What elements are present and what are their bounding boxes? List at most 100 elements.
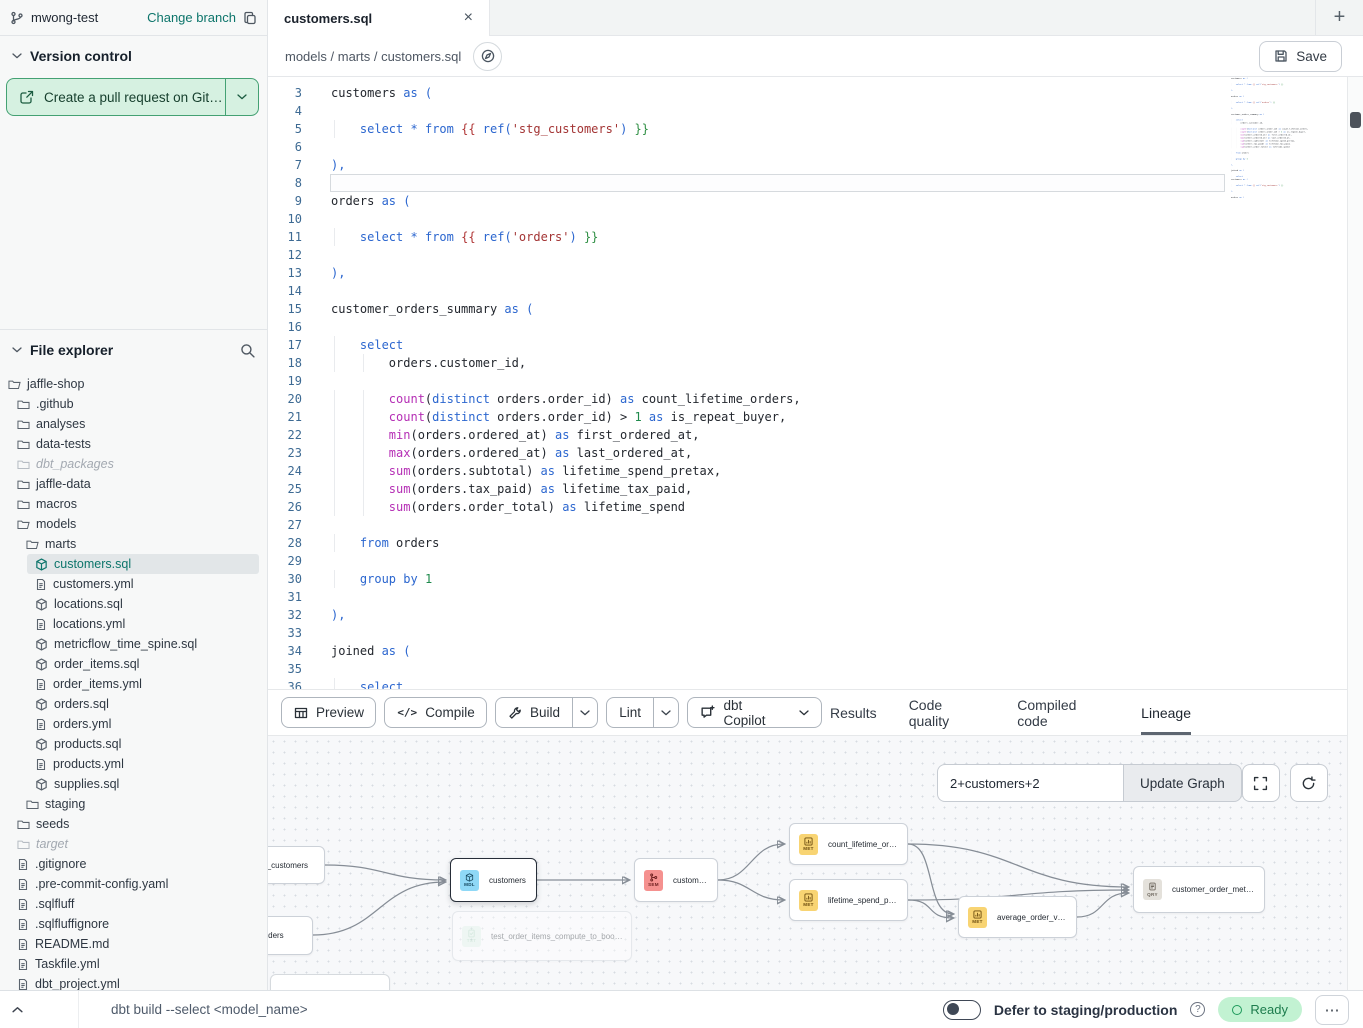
file-tree-item--sqlfluffignore[interactable]: .sqlfluffignore (0, 914, 267, 934)
code-line-34[interactable]: 34joined as ( (1230, 169, 1320, 172)
code-minimap[interactable]: 3customers as (45 select * from {{ ref('… (1230, 77, 1320, 199)
file-tree-item-jaffle-data[interactable]: jaffle-data (0, 474, 267, 494)
file-tree-item-data-tests[interactable]: data-tests (0, 434, 267, 454)
code-line-18[interactable]: 18 orders.customer_id, (1230, 122, 1320, 125)
lineage-node-customers_semantic[interactable]: SEMcustomers (634, 858, 718, 902)
file-tree-item-locations-sql[interactable]: locations.sql (0, 594, 267, 614)
file-tree-item-jaffle-shop[interactable]: jaffle-shop (0, 374, 267, 394)
code-line-26[interactable]: 26 sum(orders.order_total) as lifetime_s… (1230, 145, 1320, 148)
build-button[interactable]: Build (496, 698, 572, 727)
panel-tab-compiled-code[interactable]: Compiled code (1017, 690, 1109, 735)
file-tree-item-seeds[interactable]: seeds (0, 814, 267, 834)
code-line-12[interactable]: 12 (268, 246, 1363, 264)
code-line-6[interactable]: 6 (268, 138, 1363, 156)
code-line-8[interactable]: 8 (268, 174, 1363, 192)
code-line-15[interactable]: 15customer_orders_summary as ( (268, 300, 1363, 318)
lint-dropdown-caret[interactable] (653, 698, 678, 727)
code-line-11[interactable]: 11 select * from {{ ref('orders') }} (268, 228, 1363, 246)
file-tree-item-products-sql[interactable]: products.sql (0, 734, 267, 754)
close-icon[interactable]: × (464, 10, 473, 26)
file-tree-item-customers-yml[interactable]: customers.yml (0, 574, 267, 594)
code-line-34[interactable]: 34joined as ( (268, 642, 1363, 660)
scrollbar-thumb[interactable] (1350, 112, 1361, 128)
code-line-23[interactable]: 23 max(orders.ordered_at) as last_ordere… (268, 444, 1363, 462)
build-dropdown-caret[interactable] (572, 698, 597, 727)
code-line-28[interactable]: 28 from orders (1230, 151, 1320, 154)
code-line-9[interactable]: 9orders as ( (1230, 196, 1320, 199)
file-tree-item-dbt-packages[interactable]: dbt_packages (0, 454, 267, 474)
code-line-3[interactable]: 3customers as ( (268, 84, 1363, 102)
update-graph-button[interactable]: Update Graph (1123, 764, 1242, 802)
file-tree-item-macros[interactable]: macros (0, 494, 267, 514)
preview-button[interactable]: Preview (281, 697, 376, 728)
compile-button[interactable]: </> Compile (384, 697, 487, 728)
code-line-20[interactable]: 20 count(distinct orders.order_id) as co… (268, 390, 1363, 408)
file-tree-item-order-items-yml[interactable]: order_items.yml (0, 674, 267, 694)
copy-icon[interactable] (243, 11, 257, 25)
save-button[interactable]: Save (1259, 41, 1342, 72)
file-tree-item-readme-md[interactable]: README.md (0, 934, 267, 954)
code-line-26[interactable]: 26 sum(orders.order_total) as lifetime_s… (268, 498, 1363, 516)
code-line-35[interactable]: 35 (268, 660, 1363, 678)
file-tree-item-order-items-sql[interactable]: order_items.sql (0, 654, 267, 674)
lineage-node-customers_model[interactable]: MDLcustomers (450, 858, 537, 902)
file-tree-item-customers-sql[interactable]: customers.sql (27, 554, 259, 574)
more-options-button[interactable]: ⋯ (1315, 995, 1349, 1025)
code-line-7[interactable]: 7), (1230, 89, 1320, 92)
fullscreen-button[interactable] (1242, 764, 1280, 802)
dbt-copilot-button[interactable]: dbt Copilot (687, 697, 822, 728)
code-line-7[interactable]: 7), (1230, 190, 1320, 193)
code-line-24[interactable]: 24 sum(orders.subtotal) as lifetime_spen… (268, 462, 1363, 480)
code-line-3[interactable]: 3customers as ( (1230, 178, 1320, 181)
refresh-button[interactable] (1290, 764, 1328, 802)
file-explorer-header[interactable]: File explorer (0, 330, 267, 370)
lineage-node-lifetime_spend_pretax[interactable]: METlifetime_spend_pretax (789, 879, 908, 921)
file-tree-item-analyses[interactable]: analyses (0, 414, 267, 434)
code-line-17[interactable]: 17 select (268, 336, 1363, 354)
lineage-node-stg_customers[interactable]: MDLstg_customers (268, 846, 325, 884)
lineage-panel[interactable]: MDLstg_customers MDLorders MDLcustomers TST… (268, 736, 1363, 990)
status-badge[interactable]: Ready (1218, 997, 1302, 1022)
code-line-9[interactable]: 9orders as ( (268, 192, 1363, 210)
search-icon[interactable] (240, 343, 255, 358)
change-branch-link[interactable]: Change branch (147, 10, 236, 25)
file-tree-item-marts[interactable]: marts (0, 534, 267, 554)
lineage-node-partial_bottom[interactable] (270, 974, 390, 990)
file-tree-item-orders-yml[interactable]: orders.yml (0, 714, 267, 734)
panel-tab-lineage[interactable]: Lineage (1141, 690, 1191, 735)
code-line-21[interactable]: 21 count(distinct orders.order_id) > 1 a… (268, 408, 1363, 426)
code-line-32[interactable]: 32), (268, 606, 1363, 624)
defer-toggle[interactable] (943, 1000, 981, 1020)
create-pull-request-button[interactable]: Create a pull request on Git… (6, 78, 259, 116)
code-line-9[interactable]: 9orders as ( (1230, 95, 1320, 98)
code-line-10[interactable]: 10 (268, 210, 1363, 228)
code-line-32[interactable]: 32), (1230, 163, 1320, 166)
file-tree-item--gitignore[interactable]: .gitignore (0, 854, 267, 874)
code-line-14[interactable]: 14 (268, 282, 1363, 300)
code-line-13[interactable]: 13), (268, 264, 1363, 282)
code-line-30[interactable]: 30 group by 1 (268, 570, 1363, 588)
lineage-node-average_order_value[interactable]: METaverage_order_value (958, 896, 1077, 938)
code-line-25[interactable]: 25 sum(orders.tax_paid) as lifetime_tax_… (268, 480, 1363, 498)
code-line-33[interactable]: 33 (268, 624, 1363, 642)
file-tree-item-locations-yml[interactable]: locations.yml (0, 614, 267, 634)
lineage-node-orders[interactable]: MDLorders (268, 916, 313, 955)
code-line-7[interactable]: 7), (268, 156, 1363, 174)
compass-icon-button[interactable] (473, 42, 502, 71)
code-line-36[interactable]: 36 select (268, 678, 1363, 690)
lineage-node-customer_order_metrics[interactable]: QRYcustomer_order_metrics (1133, 866, 1265, 913)
code-line-11[interactable]: 11 select * from {{ ref('orders') }} (1230, 101, 1320, 104)
pr-dropdown-caret[interactable] (225, 79, 258, 115)
code-editor[interactable]: 3customers as (45 select * from {{ ref('… (268, 77, 1363, 690)
lint-button[interactable]: Lint (607, 698, 653, 727)
command-input[interactable]: dbt build --select <model_name> (111, 1002, 308, 1017)
file-tree-item-staging[interactable]: staging (0, 794, 267, 814)
lineage-node-count_lifetime_orders[interactable]: METcount_lifetime_orders (789, 823, 908, 865)
code-line-5[interactable]: 5 select * from {{ ref('stg_customers') … (268, 120, 1363, 138)
file-tree-item-models[interactable]: models (0, 514, 267, 534)
code-line-22[interactable]: 22 min(orders.ordered_at) as first_order… (268, 426, 1363, 444)
lineage-node-test_order_items[interactable]: TSTtest_order_items_compute_to_bools… (452, 911, 632, 961)
code-line-18[interactable]: 18 orders.customer_id, (268, 354, 1363, 372)
code-line-16[interactable]: 16 (268, 318, 1363, 336)
tab-customers-sql[interactable]: customers.sql × (268, 0, 490, 36)
